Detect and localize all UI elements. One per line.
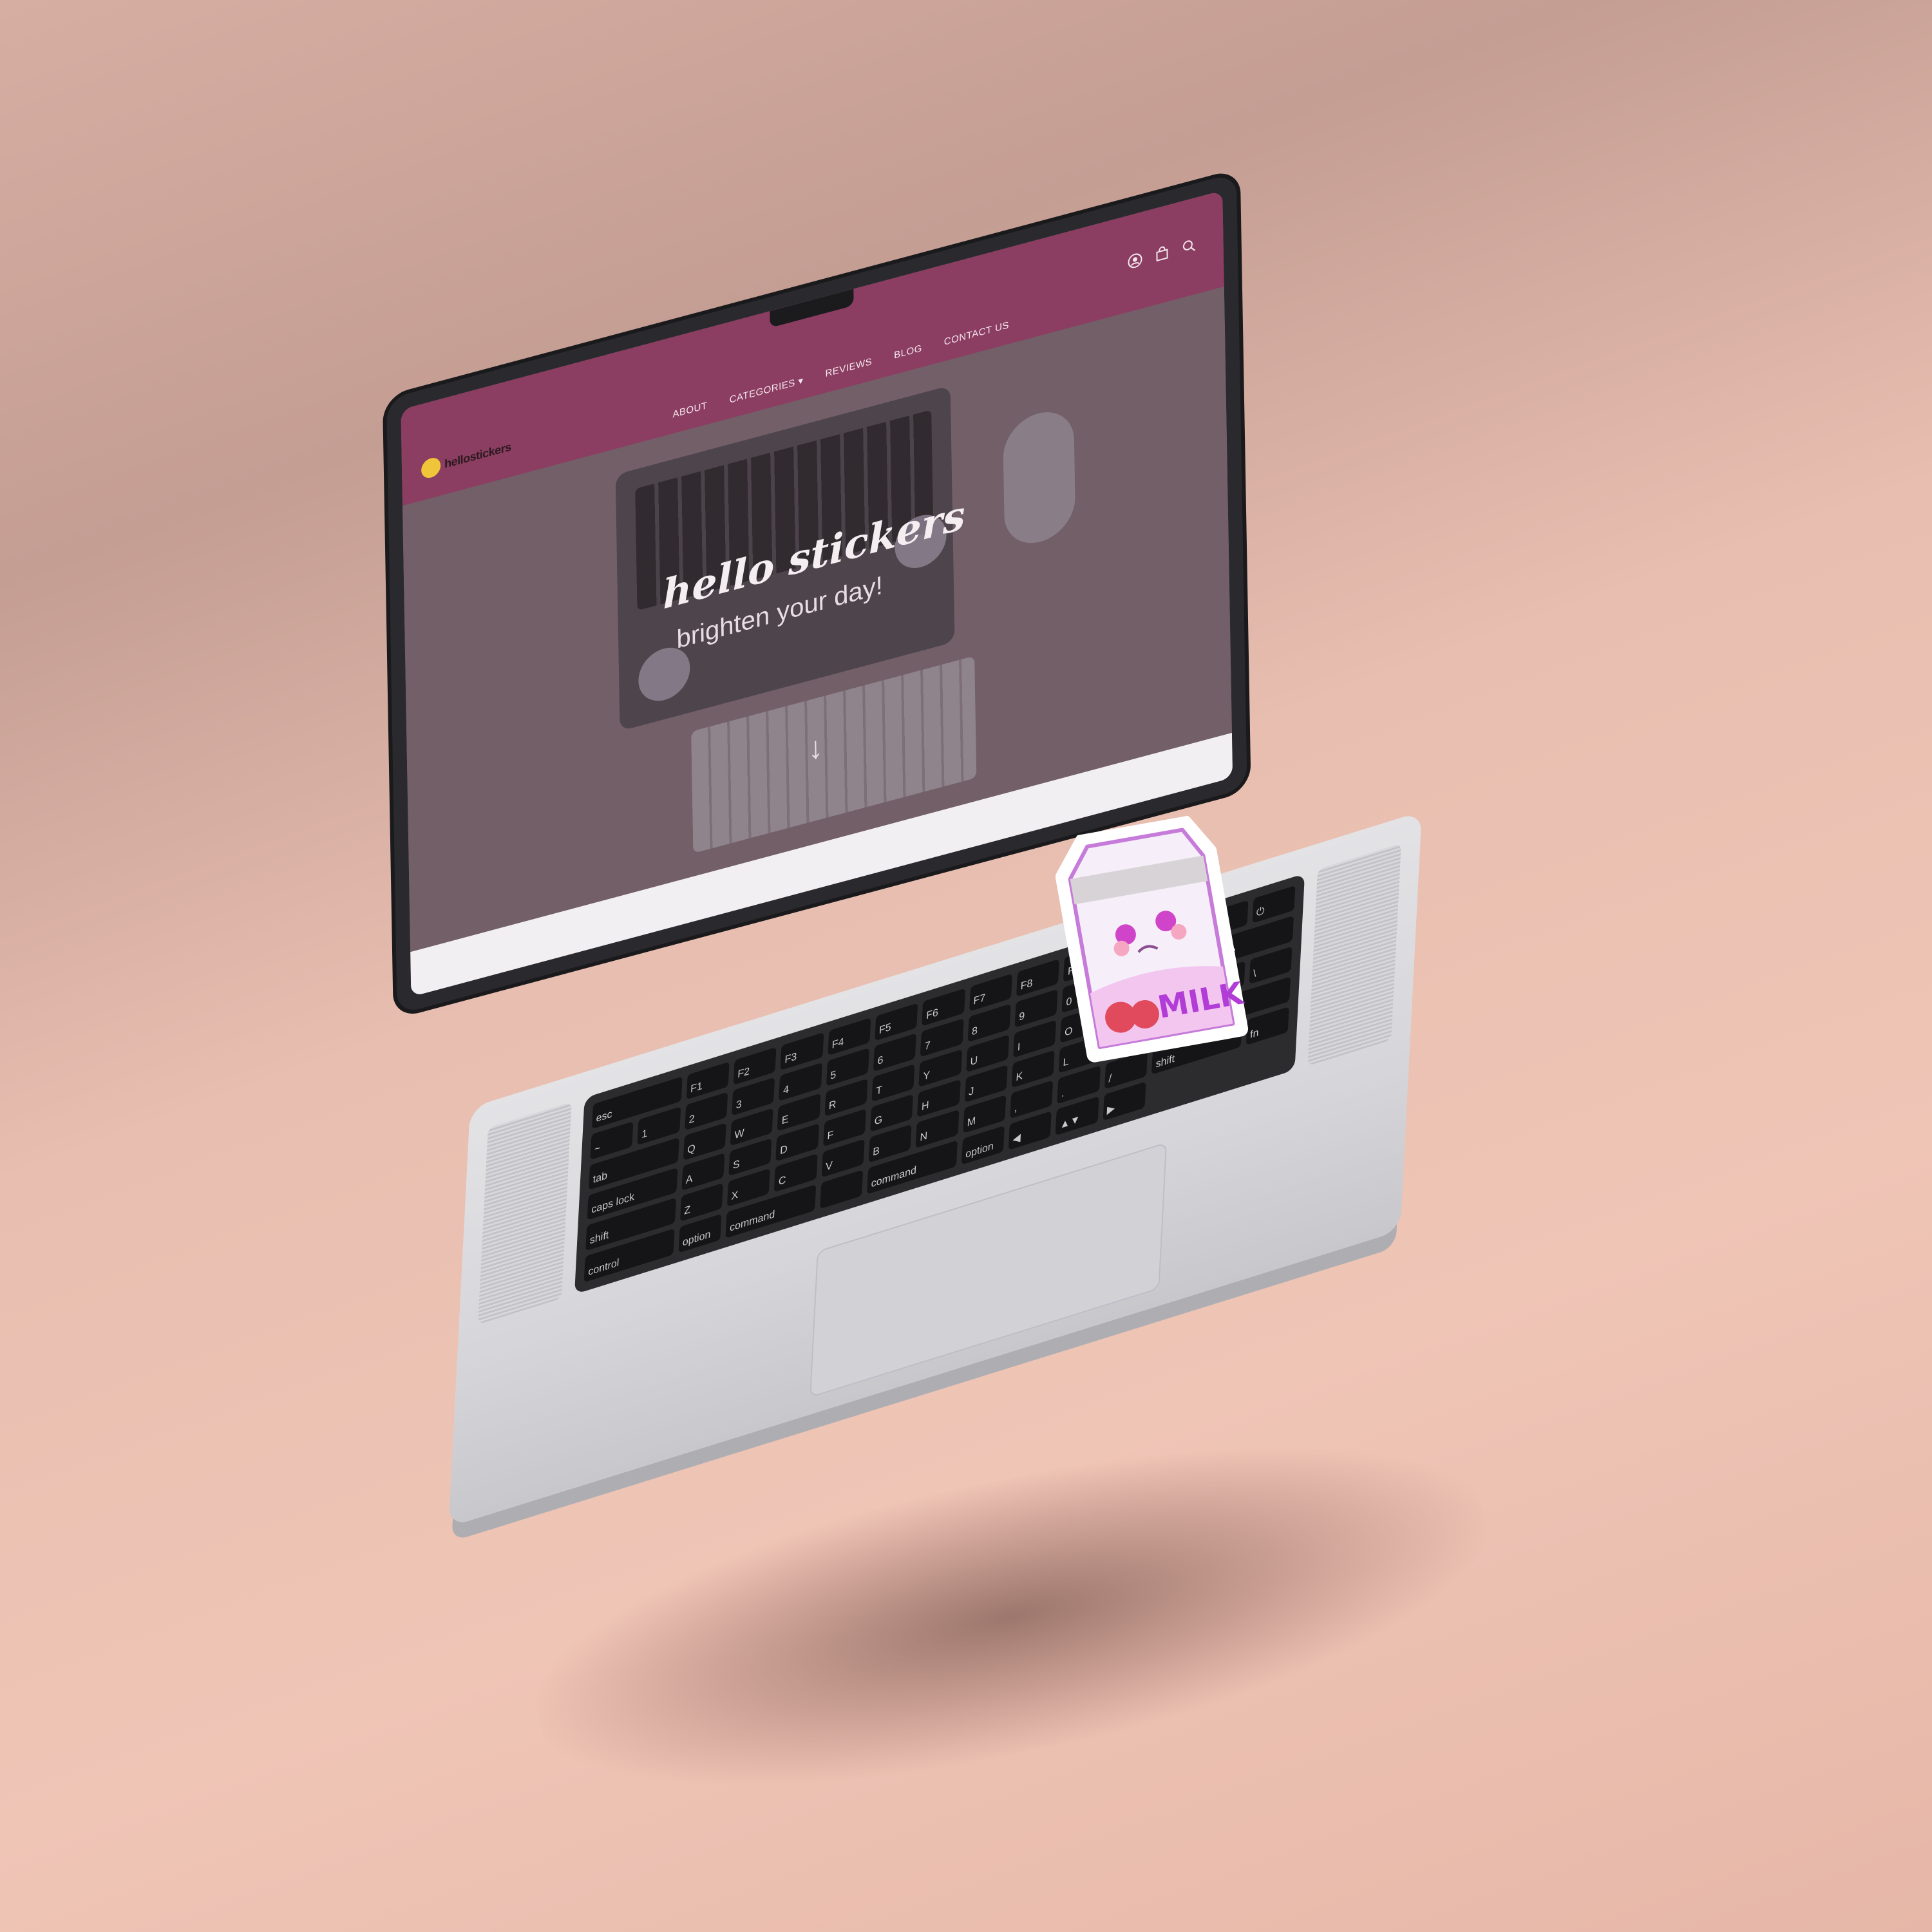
shopping-bag-icon[interactable]	[1153, 243, 1170, 264]
account-icon[interactable]	[1126, 250, 1143, 271]
logo-text: hellostickers	[444, 439, 511, 471]
header-icons	[1126, 236, 1197, 271]
nav-blog[interactable]: BLOG	[894, 343, 922, 362]
speaker-grille-left	[478, 1101, 572, 1325]
site-logo[interactable]: hellostickers	[421, 437, 511, 480]
search-icon[interactable]	[1180, 236, 1197, 257]
nav-contact[interactable]: CONTACT US	[944, 319, 1009, 348]
scroll-down-arrow[interactable]: ↓	[808, 728, 824, 768]
logo-sun-icon	[421, 455, 441, 480]
nav-about[interactable]: ABOUT	[672, 400, 707, 421]
milk-sticker: MILK	[1037, 810, 1262, 1071]
speaker-grille-right	[1307, 843, 1401, 1066]
nav-reviews[interactable]: REVIEWS	[825, 356, 872, 380]
